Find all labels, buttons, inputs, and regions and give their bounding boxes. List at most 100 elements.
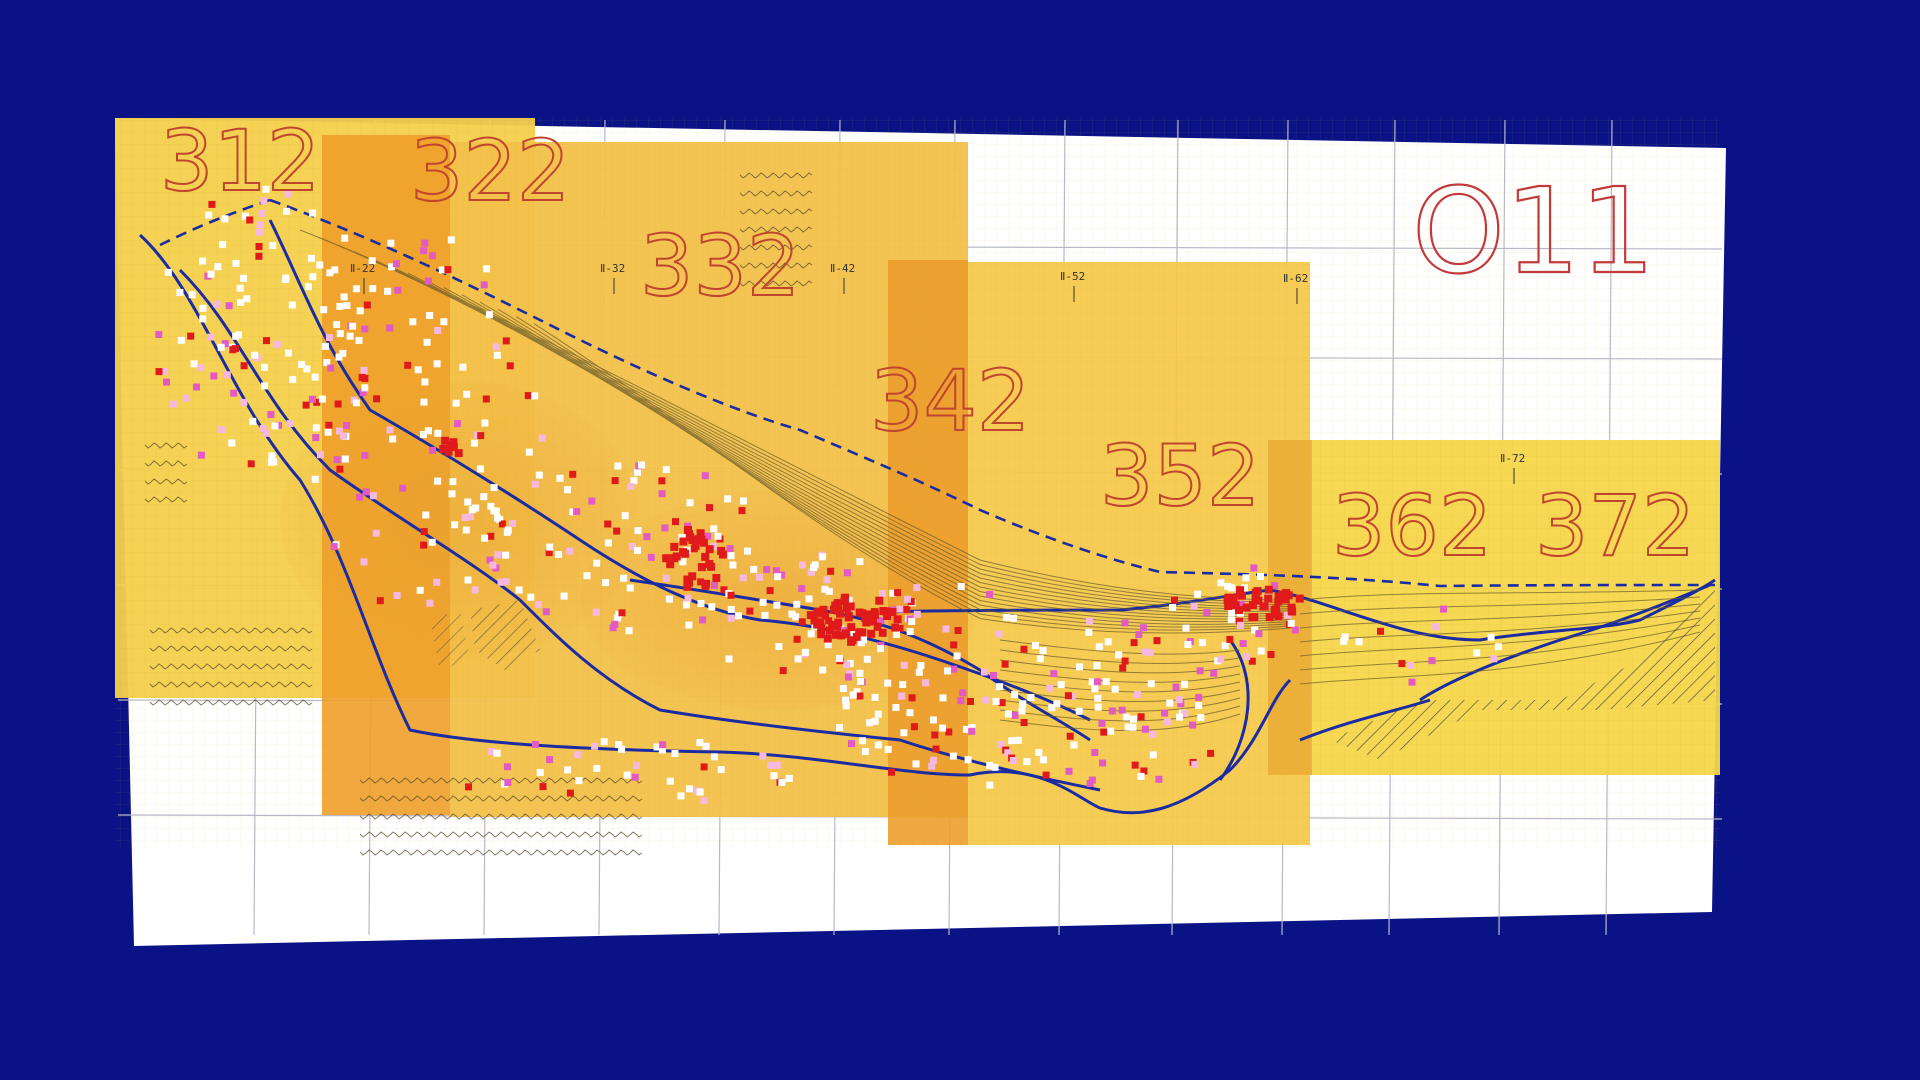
find-marker[interactable] — [672, 518, 679, 526]
find-marker[interactable] — [631, 773, 639, 781]
find-marker[interactable] — [967, 698, 974, 705]
find-marker[interactable] — [187, 332, 195, 340]
find-marker[interactable] — [423, 338, 431, 346]
find-marker[interactable] — [855, 628, 864, 637]
find-marker[interactable] — [875, 596, 884, 605]
find-marker[interactable] — [1036, 655, 1044, 663]
find-marker[interactable] — [634, 546, 641, 554]
find-marker[interactable] — [361, 325, 369, 333]
find-marker[interactable] — [912, 760, 920, 768]
find-marker[interactable] — [701, 552, 710, 561]
find-marker[interactable] — [1172, 683, 1180, 691]
find-marker[interactable] — [621, 512, 629, 520]
find-marker[interactable] — [945, 728, 953, 736]
find-marker[interactable] — [593, 559, 601, 567]
find-marker[interactable] — [1355, 638, 1363, 646]
find-marker[interactable] — [859, 737, 866, 745]
find-marker[interactable] — [1184, 641, 1192, 648]
find-marker[interactable] — [1281, 595, 1290, 604]
find-marker[interactable] — [866, 719, 874, 727]
find-marker[interactable] — [1086, 617, 1094, 625]
find-marker[interactable] — [980, 668, 988, 676]
find-marker[interactable] — [334, 400, 342, 408]
find-marker[interactable] — [1023, 758, 1031, 766]
find-marker[interactable] — [1257, 573, 1264, 580]
find-marker[interactable] — [861, 748, 869, 755]
find-marker[interactable] — [738, 507, 746, 515]
find-marker[interactable] — [847, 637, 856, 646]
find-marker[interactable] — [891, 623, 900, 632]
find-marker[interactable] — [343, 422, 350, 429]
find-marker[interactable] — [1473, 649, 1481, 657]
find-marker[interactable] — [1398, 660, 1406, 668]
find-marker[interactable] — [729, 561, 737, 569]
find-marker[interactable] — [494, 551, 502, 559]
find-marker[interactable] — [309, 209, 317, 217]
find-marker[interactable] — [862, 618, 871, 627]
find-marker[interactable] — [856, 669, 864, 677]
find-marker[interactable] — [1093, 662, 1101, 669]
find-marker[interactable] — [892, 704, 900, 711]
find-marker[interactable] — [626, 584, 634, 592]
find-marker[interactable] — [986, 590, 994, 598]
find-marker[interactable] — [368, 257, 376, 265]
find-marker[interactable] — [210, 372, 218, 380]
find-marker[interactable] — [778, 778, 786, 786]
find-marker[interactable] — [251, 351, 259, 359]
find-marker[interactable] — [1166, 699, 1174, 707]
find-marker[interactable] — [221, 215, 229, 223]
find-marker[interactable] — [340, 432, 348, 440]
find-marker[interactable] — [1009, 757, 1017, 764]
find-marker[interactable] — [884, 679, 892, 687]
find-marker[interactable] — [1274, 612, 1283, 621]
find-marker[interactable] — [428, 538, 436, 546]
find-marker[interactable] — [232, 259, 240, 267]
find-marker[interactable] — [309, 273, 317, 281]
find-marker[interactable] — [240, 398, 248, 406]
find-marker[interactable] — [459, 363, 467, 371]
find-marker[interactable] — [393, 592, 401, 599]
find-marker[interactable] — [785, 774, 793, 782]
find-marker[interactable] — [613, 527, 621, 535]
find-marker[interactable] — [1253, 587, 1262, 596]
find-marker[interactable] — [1108, 707, 1116, 715]
find-marker[interactable] — [1487, 633, 1495, 641]
find-marker[interactable] — [959, 689, 967, 697]
find-marker[interactable] — [1191, 760, 1199, 768]
find-marker[interactable] — [424, 427, 432, 435]
find-marker[interactable] — [1257, 647, 1265, 655]
find-marker[interactable] — [714, 532, 722, 540]
find-marker[interactable] — [834, 618, 843, 627]
find-marker[interactable] — [531, 480, 539, 488]
find-marker[interactable] — [1085, 628, 1093, 636]
find-marker[interactable] — [483, 265, 490, 273]
find-marker[interactable] — [1135, 631, 1143, 639]
find-marker[interactable] — [1140, 624, 1148, 632]
find-marker[interactable] — [261, 363, 268, 371]
find-marker[interactable] — [1141, 648, 1149, 656]
find-marker[interactable] — [793, 635, 801, 643]
find-marker[interactable] — [843, 661, 851, 669]
find-marker[interactable] — [1239, 640, 1247, 647]
find-marker[interactable] — [349, 322, 357, 330]
find-marker[interactable] — [870, 611, 879, 619]
find-marker[interactable] — [593, 764, 601, 772]
find-marker[interactable] — [461, 514, 469, 522]
find-marker[interactable] — [848, 740, 855, 748]
find-marker[interactable] — [701, 472, 709, 480]
find-marker[interactable] — [270, 458, 278, 466]
find-marker[interactable] — [968, 727, 976, 735]
find-marker[interactable] — [839, 685, 847, 692]
find-marker[interactable] — [1161, 709, 1169, 717]
find-marker[interactable] — [429, 446, 436, 454]
find-marker[interactable] — [767, 761, 774, 769]
find-marker[interactable] — [333, 456, 341, 464]
find-marker[interactable] — [672, 552, 681, 561]
find-marker[interactable] — [285, 349, 292, 357]
find-marker[interactable] — [481, 534, 489, 542]
find-marker[interactable] — [564, 766, 572, 774]
find-marker[interactable] — [835, 654, 843, 662]
find-marker[interactable] — [686, 499, 694, 507]
find-marker[interactable] — [1267, 651, 1275, 658]
find-marker[interactable] — [531, 392, 539, 400]
